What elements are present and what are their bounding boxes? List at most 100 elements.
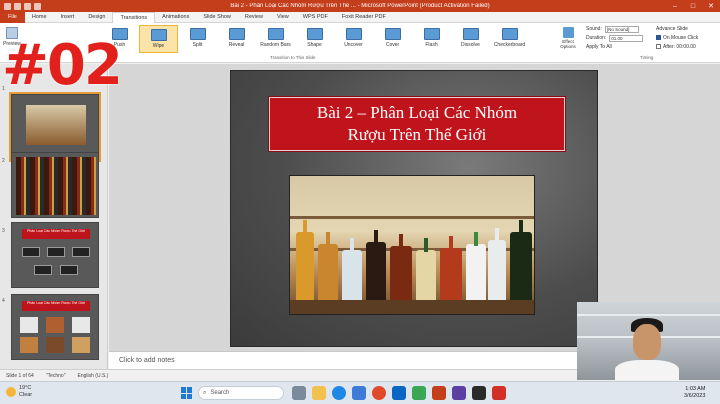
transition-cover[interactable]: Cover [373, 25, 412, 53]
slide-thumbnail-3[interactable]: Phân Loại Các Nhóm Rượu Thế Giới [11, 222, 99, 288]
tab-animations[interactable]: Animations [155, 12, 196, 23]
sound-dropdown[interactable]: [No Sound] [604, 26, 639, 33]
transition-uncover[interactable]: Uncover [334, 25, 373, 53]
tab-review[interactable]: Review [238, 12, 270, 23]
windows-taskbar: 19°C Clear ⌕ Search 1:03 AM 3/6/2023 [0, 381, 720, 404]
transition-label: Wipe [152, 43, 165, 49]
after-input[interactable]: 00:00.00 [676, 44, 695, 50]
thumbnail-box [22, 247, 40, 257]
edge-icon[interactable] [332, 386, 346, 400]
app-icon[interactable] [412, 386, 426, 400]
transition-label: Shape [307, 42, 322, 48]
shape-icon [306, 28, 323, 40]
transition-label: Reveal [228, 42, 245, 48]
transition-label: Cover [385, 42, 400, 48]
slide-thumbnail-4[interactable]: Phân Loại Các Nhóm Rượu Thế Giới [11, 294, 99, 360]
thumbnail-photo [20, 337, 38, 353]
slide-thumbnails-panel[interactable]: 1 2 3 Phân Loại Các Nhóm Rượu Thế Giới 4… [0, 64, 108, 369]
clock-time: 1:03 AM [685, 386, 706, 392]
task-view-icon[interactable] [292, 386, 306, 400]
thumbnail-box [72, 247, 90, 257]
on-mouse-click-checkbox[interactable] [656, 35, 661, 41]
transition-dissolve[interactable]: Dissolve [451, 25, 490, 53]
tab-transitions[interactable]: Transitions [112, 11, 156, 23]
transition-reveal[interactable]: Reveal [217, 25, 256, 53]
clock-date: 3/6/2023 [684, 393, 706, 399]
chrome-icon[interactable] [372, 386, 386, 400]
transition-random-bars[interactable]: Random Bars [256, 25, 295, 53]
transition-checkerboard[interactable]: Checkerboard [490, 25, 529, 53]
bottle-neck [326, 232, 330, 246]
minimize-button[interactable]: – [666, 0, 684, 12]
transition-gallery: Push Wipe Split Reveal Random Bars Shape… [100, 25, 560, 53]
thumbnail-box [34, 265, 52, 275]
windows-logo-icon [181, 393, 186, 399]
tab-design[interactable]: Design [81, 12, 112, 23]
save-icon[interactable] [14, 2, 21, 10]
advance-slide-title: Advance Slide [656, 26, 688, 32]
after-checkbox[interactable] [656, 44, 661, 50]
powerpoint-screen: Bài 2 - Phân Loại Các Nhóm Rượu Trên Thế… [0, 0, 720, 404]
transition-shape[interactable]: Shape [295, 25, 334, 53]
transition-wipe[interactable]: Wipe [139, 25, 178, 53]
thumbnail-photo [72, 317, 90, 333]
app-icon[interactable] [492, 386, 506, 400]
advance-slide-group: Advance Slide On Mouse Click After: 00:0… [656, 25, 698, 52]
transition-label: Flash [425, 42, 438, 48]
bottle [296, 220, 314, 302]
slide-thumbnail-2[interactable] [11, 152, 99, 218]
slide-title-box[interactable]: Bài 2 – Phân Loại Các Nhóm Rượu Trên Thế… [269, 97, 565, 151]
apply-to-all-button[interactable]: Apply To All [586, 43, 612, 52]
weather-desc: Clear [19, 392, 33, 398]
windows-logo-icon [187, 393, 192, 399]
redo-icon[interactable] [34, 2, 41, 10]
bottle [416, 238, 436, 302]
store-icon[interactable] [352, 386, 366, 400]
tab-insert[interactable]: Insert [54, 12, 82, 23]
transition-split[interactable]: Split [178, 25, 217, 53]
duration-input[interactable]: 01.00 [609, 35, 644, 42]
current-slide[interactable]: Bài 2 – Phân Loại Các Nhóm Rượu Trên Thế… [230, 70, 598, 347]
tab-file[interactable]: File [0, 11, 25, 23]
ribbon-tabs: File Home Insert Design Transitions Anim… [0, 11, 720, 23]
cam-shelf [577, 314, 720, 316]
transition-label: Dissolve [461, 42, 480, 48]
taskbar-apps [292, 386, 506, 400]
transition-flash[interactable]: Flash [412, 25, 451, 53]
maximize-button[interactable]: □ [684, 0, 702, 12]
weather-sun-icon [6, 387, 16, 397]
weather-temp: 19°C [19, 385, 32, 391]
webcam-overlay [577, 302, 720, 380]
weather-widget[interactable]: 19°C Clear [6, 385, 32, 399]
taskbar-clock[interactable]: 1:03 AM 3/6/2023 [684, 386, 705, 400]
zalo-icon[interactable] [392, 386, 406, 400]
presenter-face [633, 324, 661, 360]
effect-options-icon [562, 27, 574, 38]
start-button[interactable] [181, 387, 193, 399]
app-icon[interactable] [452, 386, 466, 400]
thumbnail-title: Phân Loại Các Nhóm Rượu Thế Giới [27, 301, 85, 305]
tab-view[interactable]: View [270, 12, 296, 23]
split-icon [189, 28, 206, 40]
thumbnail-photo [72, 337, 90, 353]
app-icon[interactable] [472, 386, 486, 400]
taskbar-search[interactable]: ⌕ Search [198, 386, 284, 400]
tab-home[interactable]: Home [25, 12, 54, 23]
close-button[interactable]: ✕ [702, 0, 720, 12]
effect-options-button[interactable]: Effect Options [556, 25, 580, 53]
bottle-neck [374, 230, 378, 244]
file-explorer-icon[interactable] [312, 386, 326, 400]
flash-icon [423, 28, 440, 40]
language[interactable]: English (U.S.) [72, 373, 115, 379]
undo-icon[interactable] [24, 2, 31, 10]
tab-wps-pdf[interactable]: WPS PDF [296, 12, 335, 23]
tab-foxit-reader-pdf[interactable]: Foxit Reader PDF [335, 12, 393, 23]
on-mouse-click-label: On Mouse Click [663, 35, 699, 41]
bottle [510, 220, 532, 302]
powerpoint-taskbar-icon[interactable] [432, 386, 446, 400]
bottle-neck [350, 238, 354, 252]
slide-thumbnail-1[interactable] [9, 92, 101, 162]
window-controls: – □ ✕ [666, 0, 720, 12]
tab-slide-show[interactable]: Slide Show [196, 12, 238, 23]
slide-photo-liquor-bottles[interactable] [289, 175, 535, 315]
